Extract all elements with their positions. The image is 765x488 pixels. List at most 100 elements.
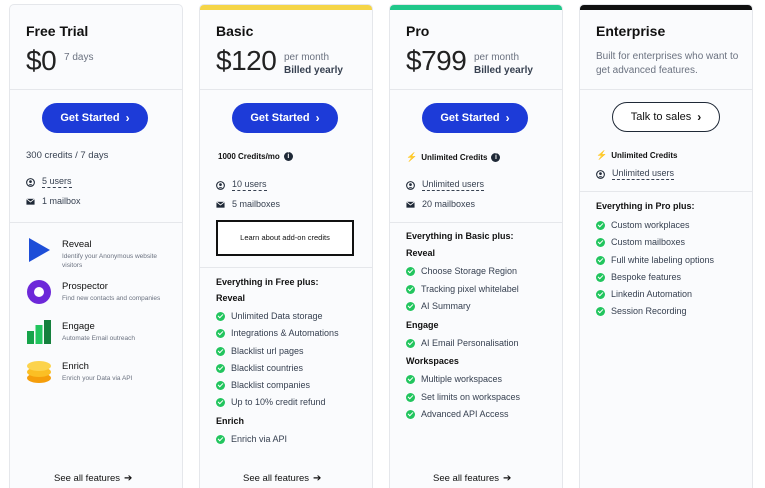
mail-icon	[26, 197, 35, 205]
users-row: Unlimited users	[406, 179, 485, 191]
green-bars-icon	[27, 320, 51, 344]
product-name: Reveal	[62, 239, 92, 250]
check-icon	[216, 397, 225, 407]
mailbox-row: 5 mailboxes	[216, 199, 280, 209]
billing-cycle: Billed yearly	[474, 65, 533, 76]
check-icon	[406, 266, 415, 276]
features-title: Everything in Basic plus:	[406, 231, 514, 241]
yellow-stack-icon	[27, 361, 51, 383]
plan-name: Basic	[216, 23, 254, 39]
check-icon	[406, 301, 415, 311]
feature-item: Custom workplaces	[596, 220, 690, 230]
divider	[580, 89, 752, 90]
feature-item: Blacklist companies	[216, 380, 310, 390]
feature-item: Advanced API Access	[406, 409, 509, 419]
feature-label: Choose Storage Region	[421, 266, 518, 276]
info-icon[interactable]: i	[283, 152, 293, 161]
arrow-right-icon: ➔	[124, 473, 133, 484]
see-all-features-link[interactable]: See all features ➔	[243, 473, 321, 484]
feature-label: Blacklist url pages	[231, 346, 304, 356]
users-row: Unlimited users	[596, 168, 675, 180]
mailbox-row: 1 mailbox	[26, 196, 81, 206]
price-note: 7 days	[64, 52, 94, 63]
get-started-button[interactable]: Get Started ›	[42, 103, 148, 133]
check-icon	[596, 255, 605, 265]
plan-price: $799	[406, 45, 467, 76]
divider	[390, 89, 562, 90]
billing-cycle: Billed yearly	[284, 65, 343, 76]
product-enrich: Enrich Enrich your Data via API	[26, 359, 172, 385]
check-icon	[216, 311, 225, 321]
feature-label: Full white labeling options	[611, 255, 715, 265]
users-count[interactable]: 10 users	[232, 179, 267, 191]
feature-label: Session Recording	[611, 306, 687, 316]
feature-item: Integrations & Automations	[216, 328, 339, 338]
lightning-icon: ⚡	[406, 152, 418, 162]
product-name: Prospector	[62, 281, 108, 292]
feature-label: Advanced API Access	[421, 409, 509, 419]
plan-price: $0	[26, 45, 57, 76]
chevron-right-icon: ›	[125, 111, 130, 125]
mailbox-count: 5 mailboxes	[232, 199, 281, 209]
feature-label: Linkedin Automation	[611, 289, 693, 299]
get-started-button[interactable]: Get Started ›	[422, 103, 528, 133]
divider	[200, 89, 372, 90]
mail-icon	[406, 200, 415, 208]
talk-to-sales-button[interactable]: Talk to sales ›	[612, 102, 720, 132]
mailbox-count: 20 mailboxes	[422, 199, 476, 209]
info-icon[interactable]: i	[491, 153, 501, 162]
link-label: See all features	[54, 473, 121, 484]
chevron-right-icon: ›	[697, 110, 702, 124]
purple-circle-icon	[27, 280, 51, 304]
credits-text: 300 credits / 7 days	[26, 150, 109, 161]
feature-label: Custom mailboxes	[611, 237, 686, 247]
check-icon	[406, 392, 415, 402]
plan-card-pro: Pro $799 per month Billed yearly Get Sta…	[389, 4, 563, 488]
check-icon	[596, 272, 605, 282]
plan-name: Enterprise	[596, 23, 666, 39]
check-icon	[216, 434, 225, 444]
feature-item: Full white labeling options	[596, 255, 714, 265]
credits-label: 1000 Credits/mo	[218, 152, 280, 161]
feature-label: Tracking pixel whitelabel	[421, 284, 519, 294]
feature-label: Unlimited Data storage	[231, 311, 323, 321]
product-name: Engage	[62, 321, 95, 332]
feature-group-title: Reveal	[406, 248, 436, 258]
feature-group-title: Engage	[406, 320, 439, 330]
button-label: Get Started	[440, 112, 500, 124]
feature-label: Enrich via API	[231, 434, 288, 444]
divider	[10, 89, 182, 90]
product-engage: Engage Automate Email outreach	[26, 319, 172, 345]
feature-item: Choose Storage Region	[406, 266, 517, 276]
users-count[interactable]: 5 users	[42, 176, 72, 188]
link-label: See all features	[433, 473, 500, 484]
product-desc: Automate Email outreach	[62, 335, 135, 342]
divider	[580, 191, 752, 192]
button-label: Talk to sales	[630, 111, 692, 123]
check-icon	[216, 363, 225, 373]
divider	[390, 222, 562, 223]
plan-card-enterprise: Enterprise Built for enterprises who wan…	[579, 4, 753, 488]
price-note: per month Billed yearly	[284, 51, 343, 77]
credits-text: 1000 Credits/mo i	[218, 152, 293, 161]
feature-label: Blacklist companies	[231, 380, 311, 390]
product-name: Enrich	[62, 361, 89, 372]
get-started-button[interactable]: Get Started ›	[232, 103, 338, 133]
feature-item: AI Summary	[406, 301, 471, 311]
see-all-features-link[interactable]: See all features ➔	[54, 473, 132, 484]
feature-label: Multiple workspaces	[421, 374, 503, 384]
feature-item: Unlimited Data storage	[216, 311, 323, 321]
users-row: 10 users	[216, 179, 267, 191]
users-count[interactable]: Unlimited users	[422, 179, 485, 191]
see-all-features-link[interactable]: See all features ➔	[433, 473, 511, 484]
feature-item: Tracking pixel whitelabel	[406, 284, 519, 294]
check-icon	[216, 346, 225, 356]
credits-text: ⚡ Unlimited Credits	[596, 150, 677, 161]
user-icon	[596, 169, 605, 179]
users-count[interactable]: Unlimited users	[612, 168, 675, 180]
feature-item: Custom mailboxes	[596, 237, 685, 247]
feature-label: Blacklist countries	[231, 363, 304, 373]
feature-item: Blacklist countries	[216, 363, 303, 373]
learn-addon-credits-button[interactable]: Learn about add-on credits	[216, 220, 354, 256]
price-period: per month	[284, 52, 330, 63]
